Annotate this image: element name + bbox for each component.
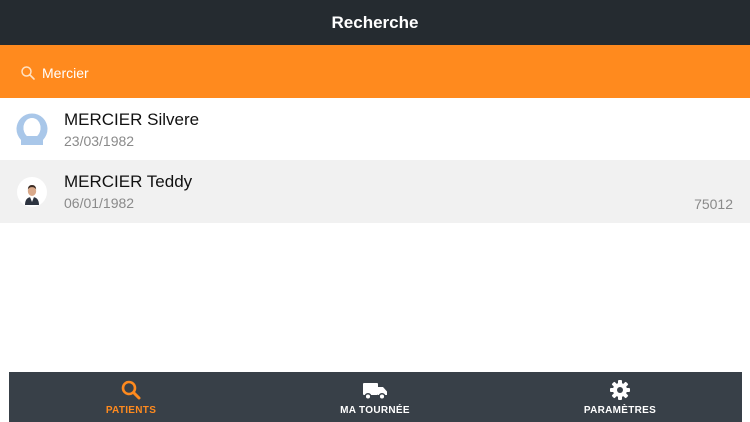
tab-bar: PATIENTS MA TOURNÉE PARAMÈTRES: [9, 372, 742, 422]
default-avatar-icon: [16, 113, 48, 145]
patient-list: MERCIER Silvere 23/03/1982 MERCIER Teddy…: [0, 98, 750, 223]
patient-postal-code: 75012: [694, 196, 733, 212]
search-input[interactable]: [42, 62, 722, 84]
truck-icon: [363, 383, 387, 401]
patient-birthdate: 06/01/1982: [64, 195, 135, 211]
tab-label: PARAMÈTRES: [583, 405, 657, 416]
patient-row[interactable]: MERCIER Silvere 23/03/1982: [0, 98, 750, 160]
search-icon: [121, 380, 141, 400]
gear-icon: [610, 380, 630, 400]
patient-name: MERCIER Teddy: [64, 172, 193, 191]
patient-row[interactable]: MERCIER Teddy 06/01/1982 75012: [0, 160, 750, 223]
tab-patients[interactable]: PATIENTS: [9, 372, 253, 422]
tab-ma-tournee[interactable]: MA TOURNÉE: [253, 372, 497, 422]
patient-name: MERCIER Silvere: [64, 110, 200, 129]
tab-label: MA TOURNÉE: [340, 405, 410, 416]
tab-label: PATIENTS: [105, 405, 157, 416]
search-icon: [21, 66, 35, 80]
photo-avatar: [17, 177, 47, 207]
nav-bar: Recherche: [0, 0, 750, 45]
search-bar[interactable]: [0, 45, 750, 98]
page-title: Recherche: [331, 12, 419, 32]
patient-birthdate: 23/03/1982: [64, 133, 135, 149]
tab-parametres[interactable]: PARAMÈTRES: [498, 372, 742, 422]
